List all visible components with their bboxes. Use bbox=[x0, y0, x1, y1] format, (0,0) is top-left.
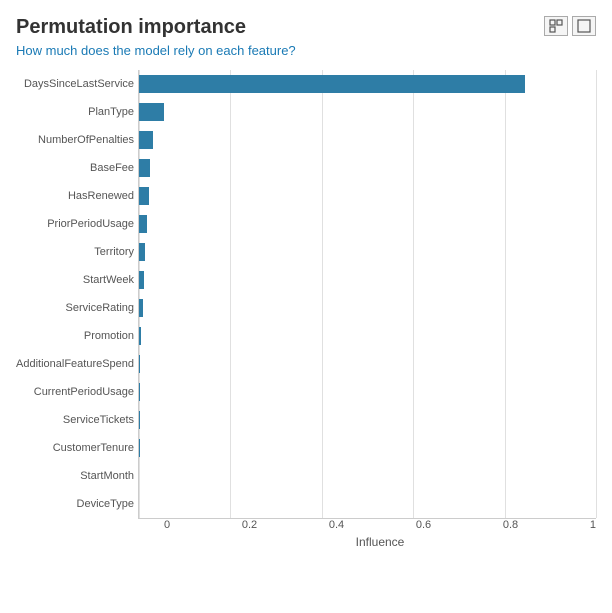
bar bbox=[139, 159, 150, 177]
bar-row bbox=[139, 182, 596, 210]
y-label: CustomerTenure bbox=[53, 434, 134, 462]
x-tick-label: 0.8 bbox=[503, 519, 518, 531]
bar bbox=[139, 299, 143, 317]
bottom-section: 0 0.2 0.4 0.6 0.8 1 Influence bbox=[164, 519, 596, 549]
y-labels: DaysSinceLastServicePlanTypeNumberOfPena… bbox=[16, 70, 138, 519]
grid-line bbox=[596, 70, 597, 518]
x-tick-label: 0.2 bbox=[242, 519, 257, 531]
expand-icon bbox=[549, 19, 563, 33]
y-label: ServiceTickets bbox=[63, 406, 134, 434]
bar-row bbox=[139, 70, 596, 98]
x-axis-labels: 0 0.2 0.4 0.6 0.8 1 bbox=[164, 519, 596, 531]
bar bbox=[139, 103, 164, 121]
bar-row bbox=[139, 238, 596, 266]
x-tick-label: 1 bbox=[590, 519, 596, 531]
bar-row bbox=[139, 434, 596, 462]
bar-row bbox=[139, 126, 596, 154]
collapse-button[interactable] bbox=[572, 16, 596, 36]
y-label: PriorPeriodUsage bbox=[47, 210, 134, 238]
y-label: AdditionalFeatureSpend bbox=[16, 350, 134, 378]
bar bbox=[139, 131, 153, 149]
y-label: CurrentPeriodUsage bbox=[34, 378, 134, 406]
y-label: PlanType bbox=[88, 98, 134, 126]
bar-row bbox=[139, 98, 596, 126]
bar-row bbox=[139, 210, 596, 238]
y-label: BaseFee bbox=[90, 154, 134, 182]
x-tick-label: 0.4 bbox=[329, 519, 344, 531]
main-container: Permutation importance How much does the… bbox=[0, 0, 612, 613]
bar-row bbox=[139, 154, 596, 182]
collapse-icon bbox=[577, 19, 591, 33]
y-label: ServiceRating bbox=[66, 294, 134, 322]
bar-row bbox=[139, 294, 596, 322]
chart-title: Permutation importance bbox=[16, 16, 596, 39]
bar bbox=[139, 75, 525, 93]
y-label: NumberOfPenalties bbox=[38, 126, 134, 154]
bar bbox=[139, 243, 145, 261]
bars-container bbox=[138, 70, 596, 519]
bar bbox=[139, 187, 149, 205]
bar-row bbox=[139, 406, 596, 434]
bar-row bbox=[139, 490, 596, 518]
x-tick-label: 0.6 bbox=[416, 519, 431, 531]
bar bbox=[139, 327, 141, 345]
x-tick-label: 0 bbox=[164, 519, 170, 531]
y-label: DaysSinceLastService bbox=[24, 70, 134, 98]
bar-row bbox=[139, 322, 596, 350]
y-label: Territory bbox=[94, 238, 134, 266]
bar bbox=[139, 215, 147, 233]
bar-row bbox=[139, 462, 596, 490]
expand-button[interactable] bbox=[544, 16, 568, 36]
chart-subtitle: How much does the model rely on each fea… bbox=[16, 43, 596, 58]
y-label: HasRenewed bbox=[68, 182, 134, 210]
bar-row bbox=[139, 350, 596, 378]
bar bbox=[139, 271, 144, 289]
chart-inner: DaysSinceLastServicePlanTypeNumberOfPena… bbox=[16, 70, 596, 519]
y-label: StartMonth bbox=[80, 462, 134, 490]
toolbar bbox=[544, 16, 596, 36]
y-label: DeviceType bbox=[77, 490, 134, 518]
chart-area: DaysSinceLastServicePlanTypeNumberOfPena… bbox=[16, 70, 596, 549]
bar-row bbox=[139, 266, 596, 294]
y-label: StartWeek bbox=[83, 266, 134, 294]
bar-row bbox=[139, 378, 596, 406]
y-label: Promotion bbox=[84, 322, 134, 350]
x-axis-title: Influence bbox=[164, 535, 596, 549]
